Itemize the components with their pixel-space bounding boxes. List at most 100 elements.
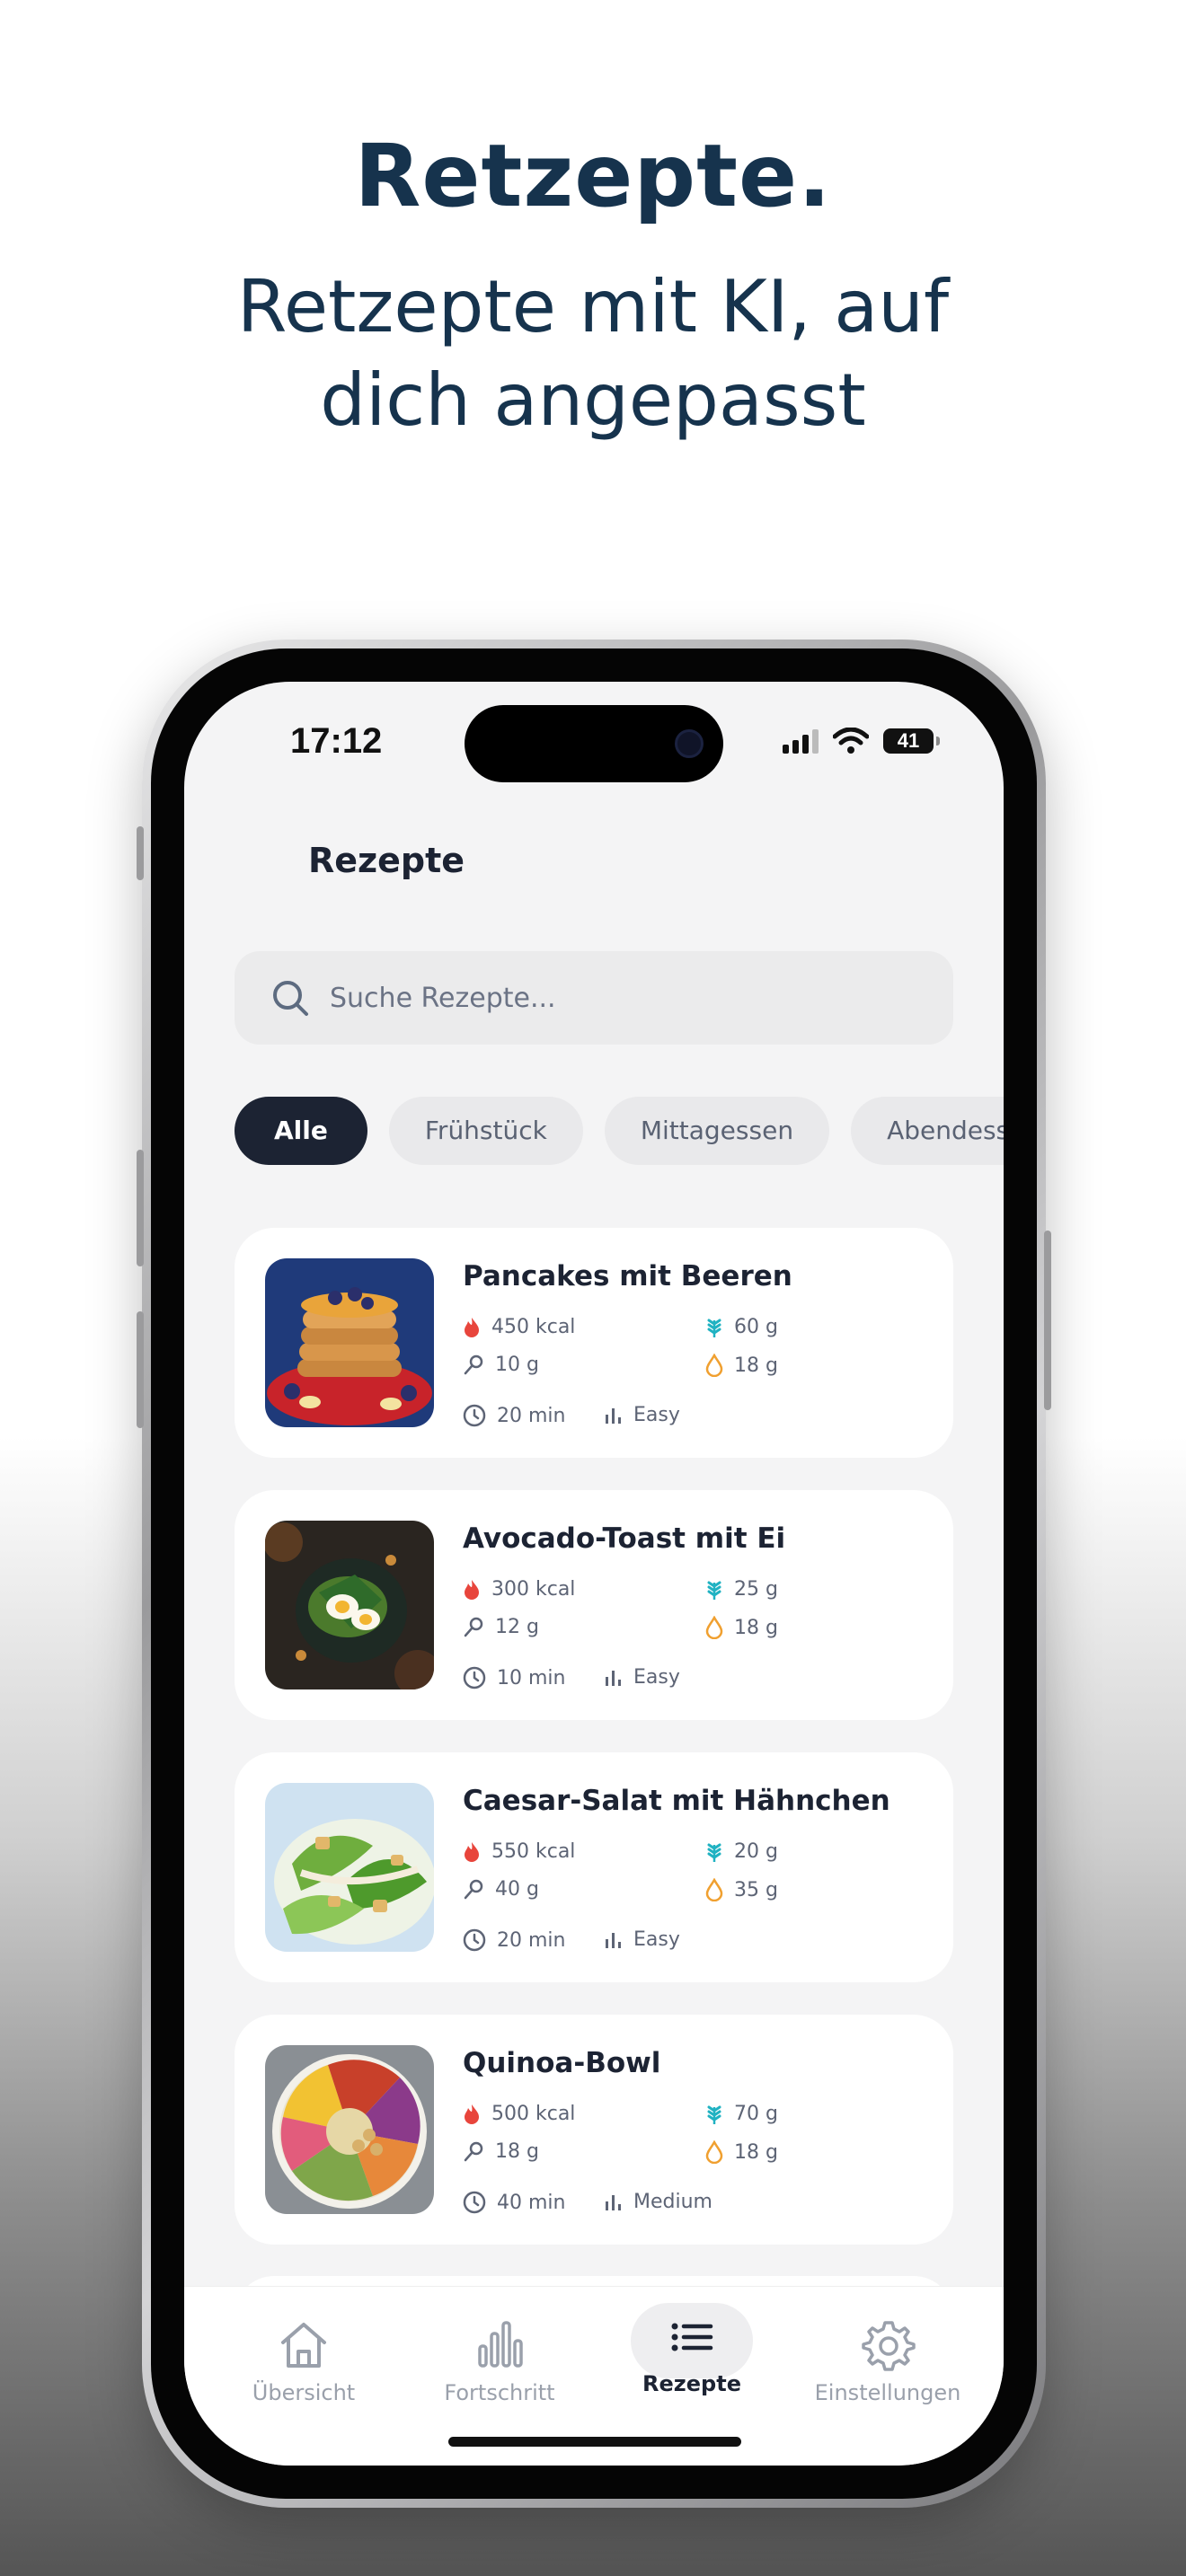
carbs-stat: 20 g	[705, 1840, 778, 1863]
fat-value: 18 g	[734, 2140, 778, 2164]
clock-icon	[463, 1666, 486, 1689]
difficulty-value: Easy	[633, 1928, 680, 1951]
tab-label: Fortschritt	[444, 2380, 555, 2405]
phone-screen: 17:12 41 Rezepte Suche Rezepte... Alle F…	[184, 682, 1004, 2466]
time-stat: 40 min	[463, 2191, 565, 2214]
fat-value: 35 g	[734, 1878, 778, 1901]
protein-stat: 12 g	[463, 1616, 539, 1638]
hero-title: Retzepte.	[354, 126, 832, 226]
filter-chip-mittagessen[interactable]: Mittagessen	[604, 1097, 830, 1165]
time-value: 40 min	[497, 2191, 566, 2214]
drop-icon	[705, 1878, 723, 1901]
protein-value: 12 g	[495, 1616, 539, 1638]
hero-subtitle-line-1: Retzepte mit KI, auf	[236, 265, 950, 348]
protein-icon	[464, 1354, 483, 1374]
drop-icon	[705, 1616, 723, 1639]
recipe-card[interactable]: Quinoa-Bowl 500 kcal 70 g 18 g 18 g 40 m…	[235, 2015, 953, 2245]
carbs-stat: 70 g	[705, 2103, 778, 2125]
time-stat: 20 min	[463, 1404, 565, 1427]
time-stat: 10 min	[463, 1666, 565, 1689]
calories-stat: 500 kcal	[463, 2103, 575, 2125]
tab-label: Rezepte	[642, 2371, 741, 2396]
tab-label: Übersicht	[252, 2380, 356, 2405]
difficulty-value: Medium	[633, 2191, 712, 2213]
fat-stat: 18 g	[705, 1616, 778, 1639]
fat-value: 18 g	[734, 1616, 778, 1639]
carbs-value: 20 g	[734, 1840, 778, 1863]
filter-chip-abendessen[interactable]: Abendessen	[851, 1097, 1004, 1165]
tab-fortschritt[interactable]: Fortschritt	[423, 2317, 576, 2405]
recipe-image-avocado-toast	[265, 1521, 434, 1689]
difficulty-value: Easy	[633, 1404, 680, 1426]
clock-icon	[463, 1404, 486, 1427]
grain-icon	[707, 1843, 721, 1862]
protein-value: 18 g	[495, 2140, 539, 2163]
tab-uebersicht[interactable]: Übersicht	[227, 2317, 380, 2405]
tab-einstellungen[interactable]: Einstellungen	[811, 2317, 964, 2405]
bar-chart-icon	[478, 2321, 523, 2368]
cellular-signal-icon	[783, 728, 819, 754]
phone-power-button	[1044, 1231, 1051, 1410]
protein-icon	[464, 1617, 483, 1636]
recipe-title: Quinoa-Bowl	[463, 2047, 661, 2079]
wifi-icon	[833, 728, 869, 754]
gear-icon	[862, 2321, 916, 2371]
protein-stat: 18 g	[463, 2140, 539, 2163]
difficulty-stat: Medium	[603, 2191, 712, 2213]
drop-icon	[705, 2140, 723, 2164]
fat-value: 18 g	[734, 1354, 778, 1377]
calories-value: 450 kcal	[491, 1316, 576, 1338]
difficulty-value: Easy	[633, 1666, 680, 1689]
calories-stat: 300 kcal	[463, 1578, 575, 1601]
difficulty-bars-icon	[606, 1932, 621, 1948]
difficulty-stat: Easy	[603, 1404, 680, 1426]
clock-icon	[463, 2191, 486, 2214]
status-icons: 41	[783, 723, 940, 759]
recipe-image-caesar-salad	[265, 1783, 434, 1952]
flame-icon	[465, 2104, 479, 2124]
hero-subtitle: Retzepte mit KI, auf dich angepasst	[0, 260, 1186, 447]
carbs-value: 60 g	[734, 1316, 778, 1338]
protein-value: 10 g	[495, 1354, 539, 1376]
recipe-image-pancakes	[265, 1258, 434, 1427]
carbs-value: 25 g	[734, 1578, 778, 1601]
flame-icon	[465, 1317, 479, 1337]
time-value: 20 min	[497, 1928, 566, 1952]
time-value: 10 min	[497, 1666, 566, 1689]
grain-icon	[707, 1581, 721, 1600]
recipe-card[interactable]: Pancakes mit Beeren 450 kcal 60 g 10 g 1…	[235, 1228, 953, 1458]
search-input[interactable]: Suche Rezepte...	[235, 951, 953, 1045]
difficulty-bars-icon	[606, 1407, 621, 1424]
phone-volume-down-button	[137, 1311, 144, 1428]
difficulty-stat: Easy	[603, 1666, 680, 1689]
filter-chip-fruehstueck[interactable]: Frühstück	[388, 1097, 583, 1165]
carbs-stat: 25 g	[705, 1578, 778, 1601]
phone-volume-up-button	[137, 1150, 144, 1266]
grain-icon	[707, 2105, 721, 2124]
carbs-stat: 60 g	[705, 1316, 778, 1338]
recipe-card[interactable]: Caesar-Salat mit Hähnchen 550 kcal 20 g …	[235, 1752, 953, 1982]
phone-silent-switch	[137, 826, 144, 880]
calories-stat: 550 kcal	[463, 1840, 575, 1863]
tab-label: Einstellungen	[814, 2380, 961, 2405]
carbs-value: 70 g	[734, 2103, 778, 2125]
fat-stat: 18 g	[705, 2140, 778, 2164]
home-indicator[interactable]	[448, 2437, 741, 2447]
difficulty-stat: Easy	[603, 1928, 680, 1951]
filter-chip-alle[interactable]: Alle	[235, 1097, 367, 1165]
recipe-title: Avocado-Toast mit Ei	[463, 1522, 786, 1555]
recipe-image-quinoa-bowl	[265, 2045, 434, 2214]
front-camera	[675, 729, 704, 758]
recipe-card[interactable]: Avocado-Toast mit Ei 300 kcal 25 g 12 g …	[235, 1490, 953, 1720]
calories-value: 500 kcal	[491, 2103, 576, 2125]
time-stat: 20 min	[463, 1928, 565, 1952]
filter-chips: Alle Frühstück Mittagessen Abendessen	[235, 1097, 1004, 1165]
search-icon	[273, 981, 308, 1016]
recipe-title: Caesar-Salat mit Hähnchen	[463, 1785, 890, 1817]
protein-icon	[464, 2141, 483, 2161]
grain-icon	[707, 1319, 721, 1337]
protein-stat: 40 g	[463, 1878, 539, 1901]
search-placeholder: Suche Rezepte...	[330, 982, 556, 1014]
tab-rezepte[interactable]: Rezepte	[615, 2308, 768, 2396]
difficulty-bars-icon	[606, 2194, 621, 2210]
